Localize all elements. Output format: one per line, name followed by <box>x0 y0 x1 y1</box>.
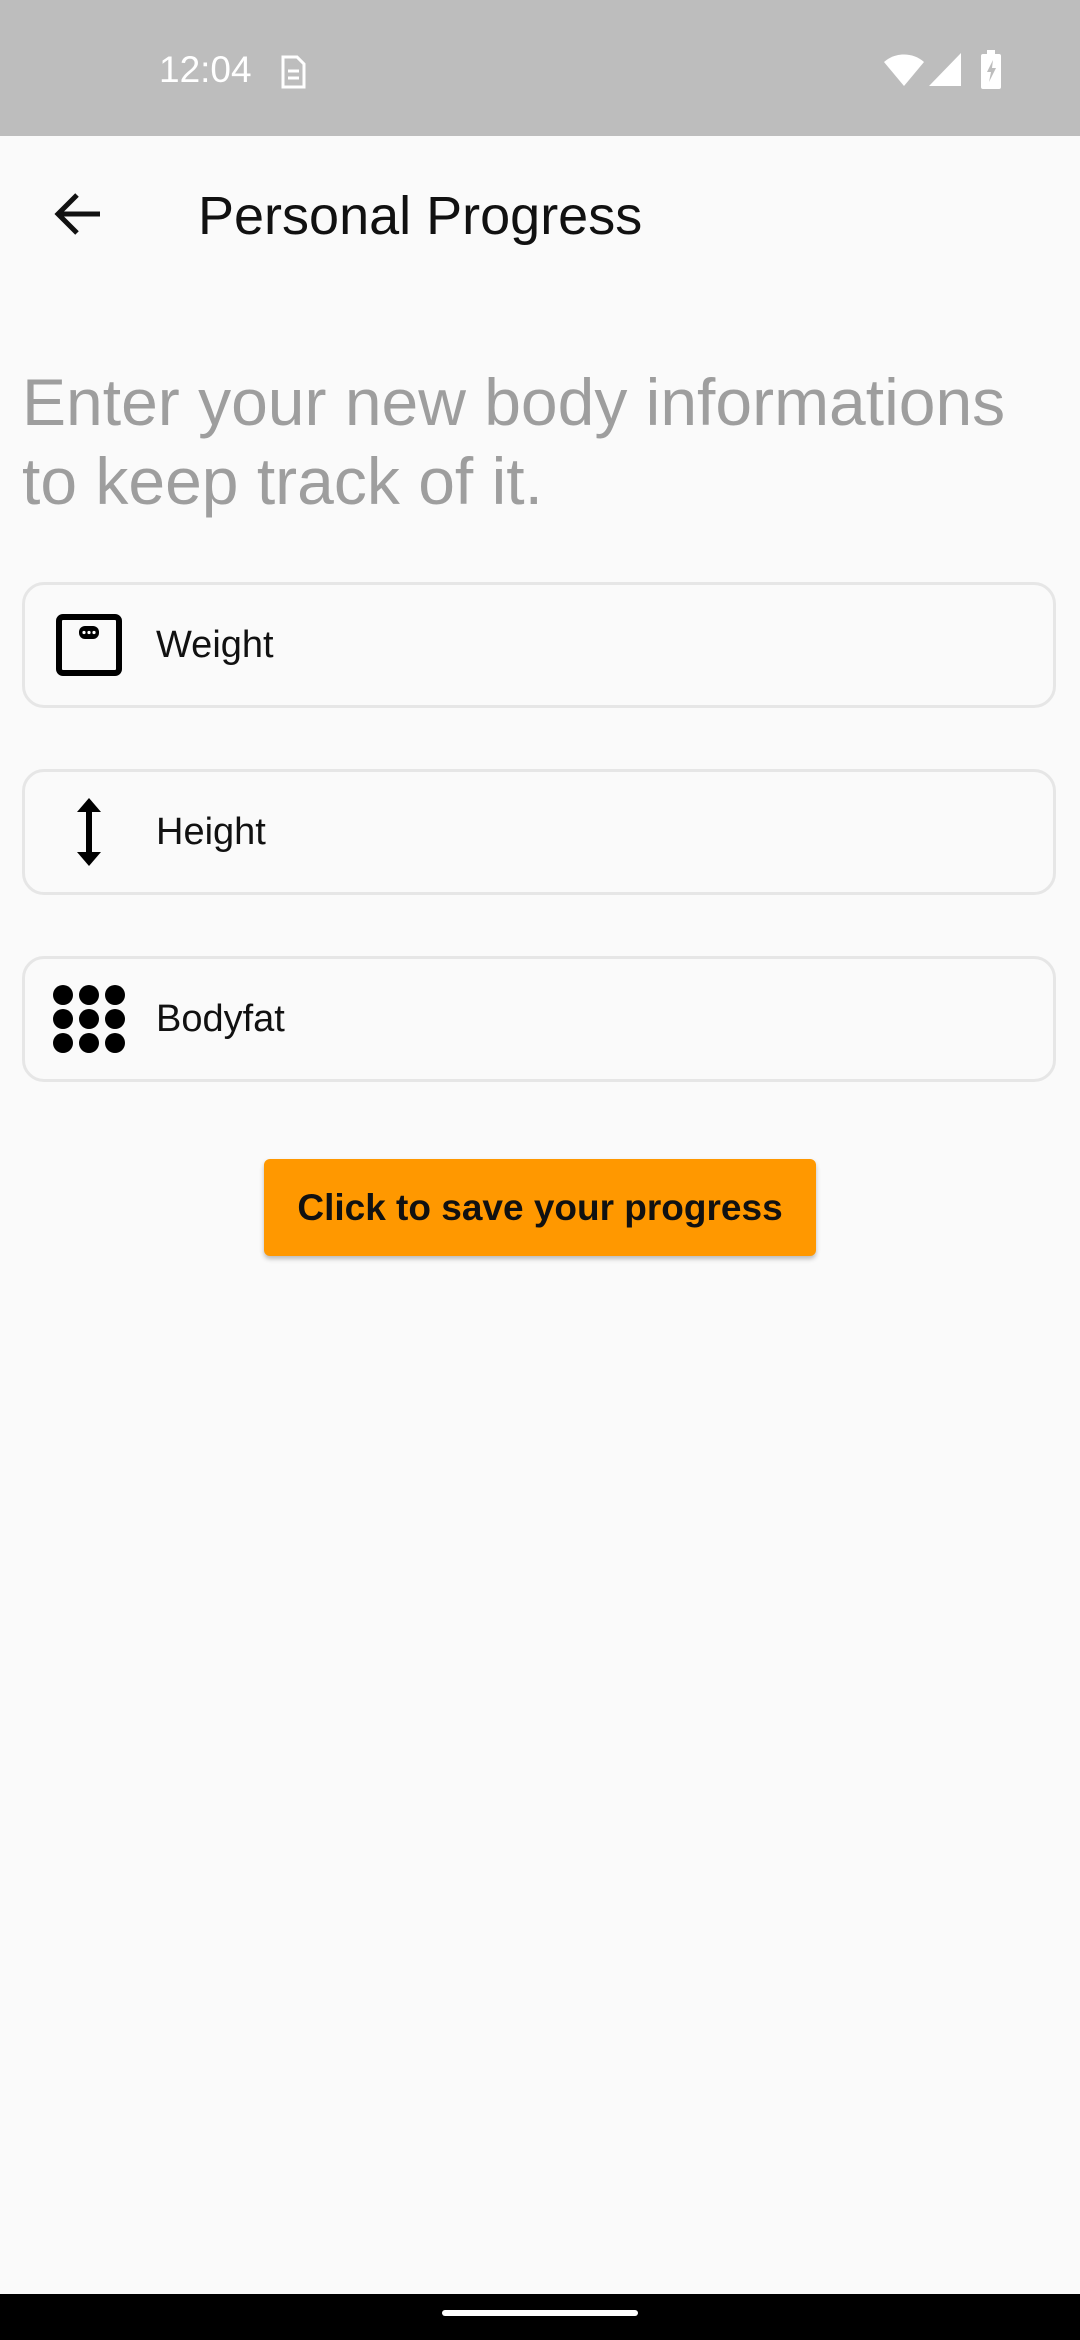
weight-label: Weight <box>156 624 274 666</box>
back-button[interactable] <box>38 176 118 256</box>
intro-text: Enter your new body informations to keep… <box>22 365 1006 518</box>
dots-grid-icon <box>51 981 127 1057</box>
home-indicator[interactable] <box>442 2310 638 2316</box>
height-field[interactable]: Height <box>22 769 1056 895</box>
battery-charging-icon <box>980 50 1002 95</box>
height-arrow-icon <box>51 794 127 870</box>
save-progress-label: Click to save your progress <box>297 1186 783 1228</box>
height-label: Height <box>156 811 266 853</box>
app-bar: Personal Progress <box>0 136 1080 292</box>
arrow-back-icon <box>53 192 103 241</box>
navigation-bar <box>0 2294 1080 2340</box>
page-title: Personal Progress <box>198 186 643 246</box>
status-bar: 12:04 <box>0 0 1080 136</box>
status-time: 12:04 <box>159 49 252 90</box>
save-progress-button[interactable]: Click to save your progress <box>264 1159 816 1256</box>
bodyfat-field[interactable]: Bodyfat <box>22 956 1056 1082</box>
wifi-icon <box>883 52 925 93</box>
signal-icon <box>928 52 962 93</box>
bodyfat-label: Bodyfat <box>156 998 285 1040</box>
scale-icon <box>51 607 127 683</box>
weight-field[interactable]: Weight <box>22 582 1056 708</box>
sim-card-icon <box>277 54 307 95</box>
